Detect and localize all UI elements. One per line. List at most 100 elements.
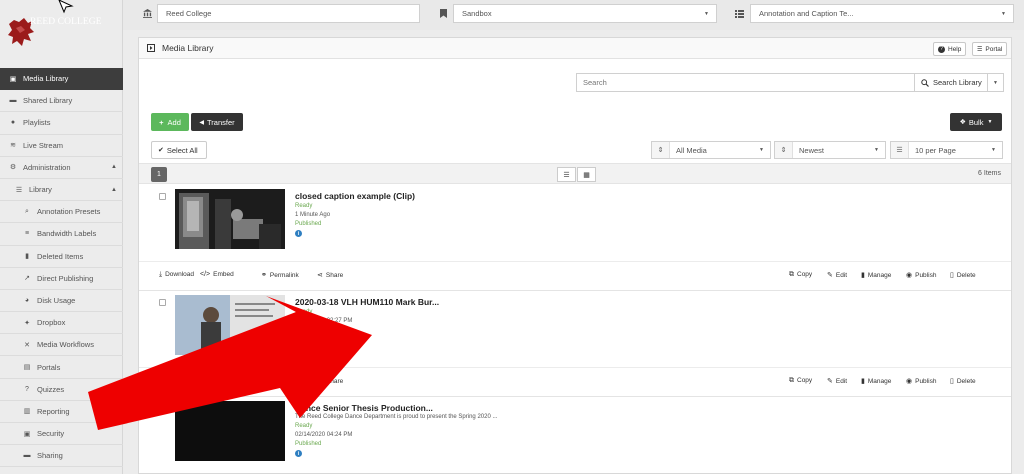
media-date: 1 Minute Ago: [295, 212, 331, 218]
sidebar-item-annotation-presets[interactable]: ⌕ Annotation Presets: [0, 201, 123, 224]
link-icon: ⚭: [261, 378, 267, 385]
info-icon[interactable]: i: [295, 230, 302, 237]
sort-order-select[interactable]: ⇕ Newest ▼: [774, 141, 886, 159]
publish-action[interactable]: ◉ Publish: [906, 377, 936, 385]
sidebar-item-media-library[interactable]: ▣ Media Library: [0, 68, 123, 91]
sidebar-item-label: Disk Usage: [37, 295, 76, 305]
sidebar-item-shared-library[interactable]: ▬ Shared Library: [0, 90, 123, 113]
permalink-action[interactable]: ⚭ Permalink: [261, 271, 299, 279]
edit-action[interactable]: ✎ Edit: [827, 271, 847, 279]
sidebar-item-label: Library: [29, 185, 52, 195]
media-actions: ⤓ Download </> Embed ⚭ Permalink ⋖ Share ⧉ Copy ✎ E…: [139, 261, 1011, 287]
media-title[interactable]: Dance Senior Thesis Production...: [295, 403, 433, 413]
portal-button[interactable]: ☰ Portal: [972, 42, 1008, 56]
institution-select[interactable]: Reed College: [157, 4, 420, 23]
item-checkbox[interactable]: [159, 193, 166, 200]
chevron-down-icon: ▼: [993, 79, 998, 86]
chevron-up-icon: ▲: [111, 164, 117, 171]
permalink-label: Permalink: [269, 272, 299, 279]
media-filter-select[interactable]: ⇕ All Media ▼: [651, 141, 771, 159]
page-number-button[interactable]: 1: [151, 167, 167, 182]
publish-label: Publish: [915, 272, 937, 279]
search-options-dropdown[interactable]: ▼: [987, 73, 1004, 92]
media-title[interactable]: closed caption example (Clip): [295, 191, 415, 201]
search-library-button[interactable]: Search Library: [914, 73, 988, 92]
embed-action[interactable]: </> Embed: [200, 377, 234, 384]
share-action[interactable]: ⋖ Share: [317, 271, 343, 279]
sidebar-item-administration[interactable]: ⚙ Administration ▲: [0, 157, 123, 179]
video-thumbnail[interactable]: [175, 401, 285, 461]
sidebar-item-playlists[interactable]: ● Playlists: [0, 112, 123, 135]
item-checkbox[interactable]: [159, 299, 166, 306]
media-title[interactable]: 2020-03-18 VLH HUM110 Mark Bur...: [295, 297, 439, 307]
copy-action[interactable]: ⧉ Copy: [789, 271, 812, 279]
sidebar-item-bandwidth-labels[interactable]: ≡ Bandwidth Labels: [0, 223, 123, 246]
per-page-select[interactable]: ☰ 10 per Page ▼: [890, 141, 1003, 159]
sidebar-item-quizzes[interactable]: ? Quizzes: [0, 379, 123, 401]
list-icon: [729, 4, 749, 23]
select-all-button[interactable]: ✔ Select All: [151, 141, 207, 159]
help-button[interactable]: ? Help: [933, 42, 967, 56]
delete-action[interactable]: ▯ Delete: [950, 377, 976, 385]
transfer-button[interactable]: ◀ Transfer: [191, 113, 243, 131]
share-icon: ⋖: [317, 272, 323, 279]
bulk-button[interactable]: ❖ Bulk ▼: [950, 113, 1002, 131]
list-view-icon[interactable]: ☰: [557, 167, 576, 182]
media-published: Published: [295, 441, 322, 447]
grid-view-icon[interactable]: ▦: [577, 167, 596, 182]
download-action[interactable]: ⤓ Download: [159, 271, 194, 279]
info-icon[interactable]: i: [295, 450, 302, 457]
delete-label: Delete: [956, 272, 976, 279]
embed-action[interactable]: </> Embed: [200, 271, 234, 278]
items-count: 6 Items: [978, 170, 1001, 177]
sidebar-item-deleted-items[interactable]: ▮ Deleted Items: [0, 246, 123, 268]
project-value: Annotation and Caption Te...: [759, 9, 854, 18]
info-icon[interactable]: i: [295, 336, 302, 343]
sidebar-item-reporting[interactable]: ▥ Reporting: [0, 401, 123, 423]
sidebar-item-dropbox[interactable]: ✦ Dropbox: [0, 312, 123, 335]
publish-label: Publish: [915, 378, 937, 385]
publish-action[interactable]: ◉ Publish: [906, 271, 936, 279]
sidebar-item-media-workflows[interactable]: ✕ Media Workflows: [0, 334, 123, 357]
nav-icon: ✕: [24, 341, 30, 349]
environment-select[interactable]: Sandbox ▼: [453, 4, 717, 23]
search-library-label: Search Library: [933, 78, 982, 87]
manage-action[interactable]: ▮ Manage: [861, 271, 891, 279]
search-input[interactable]: [577, 74, 915, 91]
embed-label: Embed: [213, 271, 234, 278]
sidebar-item-disk-usage[interactable]: ◕ Disk Usage: [0, 290, 123, 313]
copy-action[interactable]: ⧉ Copy: [789, 377, 812, 385]
nav-icon: ☰: [15, 186, 23, 194]
download-action[interactable]: ⤓ Download: [159, 377, 194, 385]
sidebar-item-security[interactable]: ▣ Security: [0, 423, 123, 446]
sort-icon: ⇕: [652, 142, 670, 158]
sidebar-item-library[interactable]: ☰ Library ▲: [0, 179, 123, 202]
edit-action[interactable]: ✎ Edit: [827, 377, 847, 385]
media-status: Ready: [295, 203, 313, 209]
download-label: Download: [165, 377, 195, 384]
delete-action[interactable]: ▯ Delete: [950, 271, 976, 279]
chevron-down-icon: ▼: [987, 119, 993, 125]
video-thumbnail[interactable]: [175, 189, 285, 249]
media-status: Ready: [295, 423, 313, 429]
download-icon: ⤓: [159, 377, 163, 384]
sidebar-item-label: Sharing: [37, 451, 63, 461]
media-description: The Reed College Dance Department is pro…: [295, 414, 498, 420]
search-field[interactable]: [576, 73, 916, 92]
share-action[interactable]: ⋖ Share: [317, 377, 343, 385]
video-thumbnail[interactable]: [175, 295, 285, 355]
manage-action[interactable]: ▮ Manage: [861, 377, 891, 385]
sidebar-item-live-stream[interactable]: ≋ Live Stream: [0, 135, 123, 157]
sidebar-item-direct-publishing[interactable]: ↗ Direct Publishing: [0, 268, 123, 290]
permalink-action[interactable]: ⚭ Permalink: [261, 377, 299, 385]
search-icon: [921, 78, 929, 87]
portal-icon: ☰: [977, 46, 983, 53]
sidebar-item-portals[interactable]: ▤ Portals: [0, 356, 123, 379]
project-select[interactable]: Annotation and Caption Te... ▼: [750, 4, 1014, 23]
link-icon: ⚭: [261, 272, 267, 279]
add-button[interactable]: + Add: [151, 113, 189, 131]
item-checkbox[interactable]: [159, 405, 166, 412]
sidebar-item-sharing[interactable]: ▬ Sharing: [0, 445, 123, 468]
chevron-down-icon: ▼: [759, 147, 764, 153]
media-date: 03/17/2020 02:27 PM: [295, 318, 353, 324]
